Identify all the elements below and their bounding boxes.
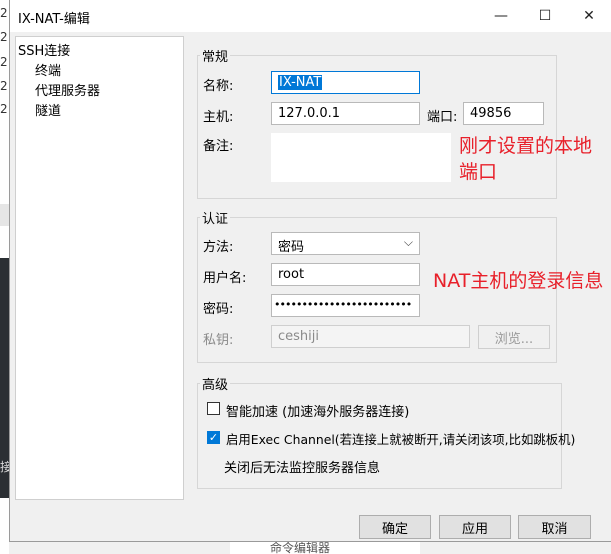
port-label: 端口: — [427, 110, 458, 125]
name-label: 名称: — [203, 79, 234, 94]
background-text: 2 — [0, 55, 8, 69]
edit-session-dialog: IX-NAT-编辑 — ☐ ✕ SSH连接 终端 代理服务器 隧道 常规 名称:… — [9, 0, 611, 542]
smart-accel-checkbox[interactable] — [207, 402, 220, 415]
close-button[interactable]: ✕ — [567, 0, 611, 32]
minimize-icon: — — [494, 8, 508, 24]
private-key-label: 私钥: — [203, 333, 234, 348]
background-text: 2 — [0, 30, 8, 44]
exec-channel-note: 关闭后无法监控服务器信息 — [224, 461, 381, 476]
advanced-group-heading: 高级 — [200, 374, 231, 393]
password-label: 密码: — [203, 302, 234, 317]
chevron-down-icon: ⌵ — [403, 235, 413, 249]
smart-accel-label[interactable]: 智能加速 (加速海外服务器连接) — [226, 401, 409, 420]
method-select[interactable]: 密码 ⌵ — [271, 232, 420, 255]
name-input[interactable]: IX-NAT — [271, 71, 420, 94]
background-band — [0, 204, 9, 226]
tree-item-terminal[interactable]: 终端 — [35, 60, 61, 79]
host-label: 主机: — [203, 110, 234, 125]
background-editor-tab: 命令编辑器 — [230, 542, 420, 554]
name-input-value: IX-NAT — [278, 75, 323, 90]
title-bar[interactable]: IX-NAT-编辑 — ☐ ✕ — [10, 0, 611, 32]
note-textarea[interactable] — [271, 133, 451, 182]
close-icon: ✕ — [583, 8, 595, 24]
maximize-icon: ☐ — [538, 8, 552, 24]
background-text: 2 — [0, 102, 8, 116]
checkmark-icon: ✓ — [208, 431, 219, 444]
background-dark-panel: 接 — [0, 258, 9, 498]
tree-item-ssh[interactable]: SSH连接 — [18, 40, 70, 59]
maximize-button[interactable]: ☐ — [523, 0, 567, 32]
exec-channel-label[interactable]: 启用Exec Channel(若连接上就被断开,请关闭该项,比如跳板机) — [226, 430, 575, 448]
window-title: IX-NAT-编辑 — [18, 12, 90, 27]
note-label: 备注: — [203, 139, 234, 154]
apply-button[interactable]: 应用 — [439, 515, 511, 539]
port-annotation: 刚才设置的本地端口 — [459, 135, 593, 183]
login-annotation: NAT主机的登录信息 — [433, 270, 604, 292]
settings-tree: SSH连接 终端 代理服务器 隧道 — [15, 36, 184, 500]
tree-item-tunnel[interactable]: 隧道 — [35, 100, 61, 119]
tree-item-proxy[interactable]: 代理服务器 — [35, 80, 100, 99]
private-key-input[interactable]: ceshiji — [271, 325, 470, 348]
port-input[interactable]: 49856 — [463, 102, 544, 125]
method-select-value: 密码 — [278, 240, 305, 255]
auth-group-heading: 认证 — [200, 208, 231, 227]
host-input[interactable]: 127.0.0.1 — [271, 102, 420, 125]
username-label: 用户名: — [203, 271, 247, 286]
password-input[interactable]: ••••••••••••••••••••••••• — [271, 294, 420, 317]
minimize-button[interactable]: — — [479, 0, 523, 32]
ok-button[interactable]: 确定 — [359, 515, 431, 539]
background-text: 接 — [0, 460, 9, 474]
method-label: 方法: — [203, 240, 234, 255]
general-group-heading: 常规 — [200, 46, 231, 65]
exec-channel-checkbox[interactable]: ✓ — [207, 431, 220, 444]
browse-button[interactable]: 浏览... — [478, 325, 550, 349]
background-text: 2 — [0, 6, 8, 20]
cancel-button[interactable]: 取消 — [518, 515, 591, 539]
background-text: 2 — [0, 79, 8, 93]
username-input[interactable]: root — [271, 263, 420, 286]
background-window-edge: 2 2 2 2 2 接 — [0, 0, 9, 554]
